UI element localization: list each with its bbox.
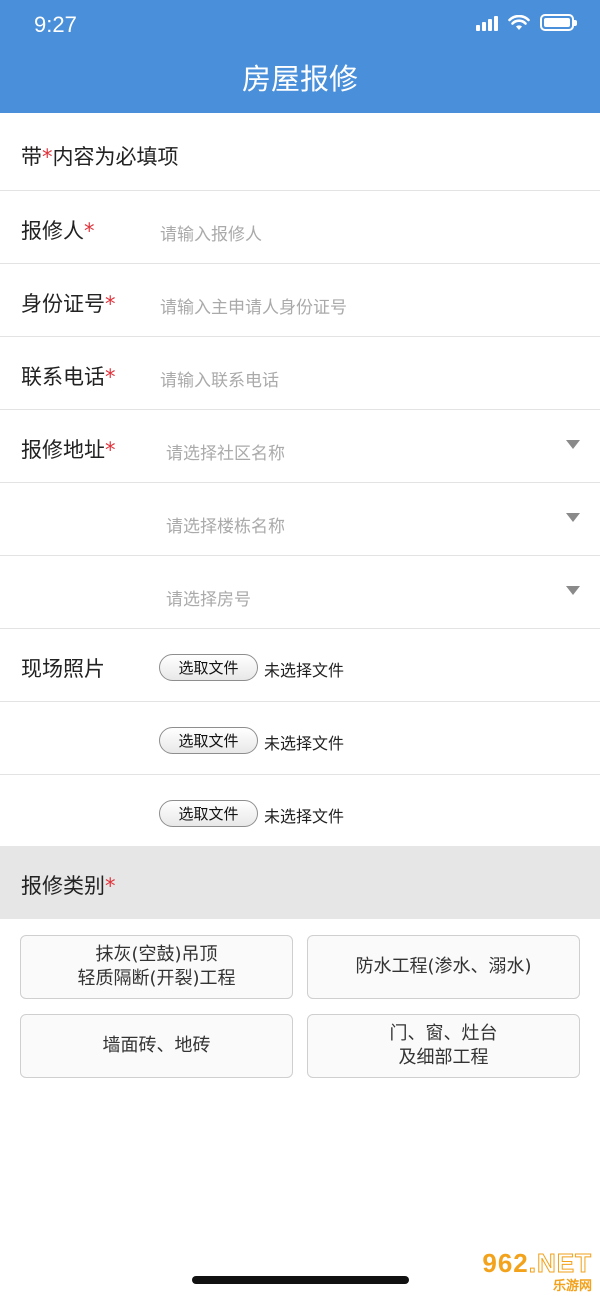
choose-file-button-1[interactable]: 选取文件 [159,654,258,681]
reporter-label: 报修人* [21,215,95,245]
room-select[interactable]: 请选择房号 [166,585,251,610]
phone-label-text: 联系电话 [21,365,105,389]
dropdown-arrow-icon[interactable] [566,513,580,522]
wifi-icon [508,14,530,30]
notice-suffix: 内容为必填项 [52,145,179,169]
address-label-text: 报修地址 [21,438,105,462]
category-section-header: 报修类别* [0,846,600,919]
file-status-2: 未选择文件 [264,734,345,753]
required-notice: 带*内容为必填项 [21,141,179,171]
watermark-main: 962.NET [482,1248,592,1279]
battery-icon [540,14,577,31]
reporter-label-text: 报修人 [21,219,84,243]
photo-row-3: 选取文件 未选择文件 [0,775,600,846]
required-star: * [42,145,53,169]
photos-label: 现场照片 [21,657,105,681]
reporter-input[interactable]: 请输入报修人 [160,220,262,245]
home-indicator[interactable] [192,1276,409,1284]
header-bar: 9:27 房屋报修 [0,0,600,113]
category-option-tiles[interactable]: 墙面砖、地砖 [20,1014,293,1078]
dropdown-arrow-icon[interactable] [566,440,580,449]
required-star: * [105,292,116,316]
file-status-3: 未选择文件 [264,807,345,826]
required-star: * [105,365,116,389]
photo-row-1: 现场照片 选取文件 未选择文件 [0,629,600,702]
required-notice-row: 带*内容为必填项 [0,113,600,191]
status-icons [476,14,577,31]
building-select[interactable]: 请选择楼栋名称 [166,512,285,537]
signal-icon [476,15,498,31]
dropdown-arrow-icon[interactable] [566,586,580,595]
address-building-row[interactable]: 请选择楼栋名称 [0,483,600,556]
phone-row: 联系电话* 请输入联系电话 [0,337,600,410]
id-number-row: 身份证号* 请输入主申请人身份证号 [0,264,600,337]
notice-prefix: 带 [21,145,42,169]
category-option-waterproof[interactable]: 防水工程(渗水、溺水) [307,935,580,999]
address-room-row[interactable]: 请选择房号 [0,556,600,629]
category-option-plaster[interactable]: 抹灰(空鼓)吊顶 轻质隔断(开裂)工程 [20,935,293,999]
required-star: * [105,874,116,898]
status-time: 9:27 [34,12,77,37]
required-star: * [105,438,116,462]
category-label-text: 报修类别 [21,874,105,898]
phone-input[interactable]: 请输入联系电话 [160,366,279,391]
address-label: 报修地址* [21,434,116,464]
watermark-logo: 962.NET 乐游网 [482,1248,592,1294]
photo-row-2: 选取文件 未选择文件 [0,702,600,775]
choose-file-button-2[interactable]: 选取文件 [159,727,258,754]
id-number-label: 身份证号* [21,288,116,318]
required-star: * [84,219,95,243]
file-status-1: 未选择文件 [264,661,345,680]
reporter-row: 报修人* 请输入报修人 [0,191,600,264]
phone-label: 联系电话* [21,361,116,391]
community-select[interactable]: 请选择社区名称 [166,439,285,464]
category-option-doors-windows[interactable]: 门、窗、灶台 及细部工程 [307,1014,580,1078]
watermark-net: .NET [528,1248,592,1279]
id-number-label-text: 身份证号 [21,292,105,316]
watermark-number: 962 [482,1248,529,1278]
address-community-row[interactable]: 报修地址* 请选择社区名称 [0,410,600,483]
category-label: 报修类别* [21,870,116,900]
page-title: 房屋报修 [241,62,358,96]
id-number-input[interactable]: 请输入主申请人身份证号 [160,293,347,318]
choose-file-button-3[interactable]: 选取文件 [159,800,258,827]
